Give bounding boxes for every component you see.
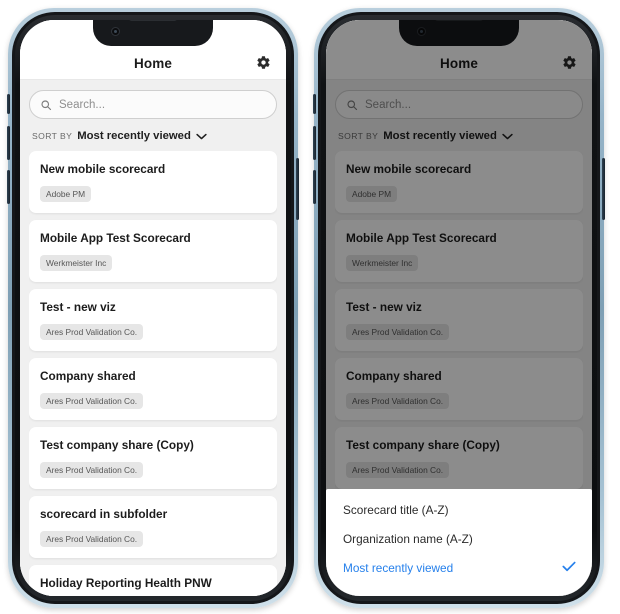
scorecard-list-left: New mobile scorecard Adobe PM Mobile App… — [29, 151, 277, 596]
card-title: Test company share (Copy) — [40, 438, 194, 452]
power-button[interactable] — [296, 158, 299, 220]
settings-button[interactable] — [250, 49, 276, 75]
search-section — [29, 90, 277, 119]
search-icon — [40, 99, 52, 111]
sort-by-label: SORT BY — [32, 130, 73, 141]
card-org-tag: Ares Prod Validation Co. — [40, 324, 144, 340]
phone-left: Home Search... SORT BY Most recently vie… — [7, 8, 299, 608]
list-item[interactable]: Company shared Ares Prod Validation Co. — [29, 358, 277, 420]
phone-right: Home Search... SORT BY Most recently vie… — [313, 8, 605, 608]
search-input[interactable] — [59, 98, 266, 111]
app-root-left: Home Search... SORT BY Most recently vie… — [20, 20, 286, 596]
home-content: SORT BY Most recently viewed New mobile … — [20, 80, 286, 596]
volume-down-button[interactable] — [313, 170, 316, 204]
card-org-tag: Ares Prod Validation Co. — [40, 393, 144, 409]
card-title: Company shared — [40, 369, 136, 383]
earpiece-speaker — [129, 20, 177, 21]
card-title: scorecard in subfolder — [40, 507, 168, 521]
card-title: Holiday Reporting Health PNW — [40, 576, 212, 590]
silent-switch[interactable] — [313, 94, 316, 114]
chevron-down-icon — [196, 127, 207, 145]
card-org-tag: Ares Prod Validation Co. — [40, 531, 144, 547]
list-item[interactable]: Mobile App Test Scorecard Werkmeister In… — [29, 220, 277, 282]
page-title: Home — [134, 56, 172, 71]
phone-screen-left: Home Search... SORT BY Most recently vie… — [20, 20, 286, 596]
card-org-tag: Ares Prod Validation Co. — [40, 462, 144, 478]
silent-switch[interactable] — [7, 94, 10, 114]
sort-option-label: Most recently viewed — [343, 560, 454, 575]
sort-option-organization-name[interactable]: Organization name (A-Z) — [326, 524, 592, 553]
search-bar[interactable] — [29, 90, 277, 119]
screenshot-stage: Home Search... SORT BY Most recently vie… — [0, 0, 620, 614]
list-item[interactable]: Holiday Reporting Health PNW — [29, 565, 277, 596]
front-camera-icon — [111, 27, 120, 36]
sort-by-action-sheet: Scorecard title (A-Z) Organization name … — [326, 489, 592, 596]
list-item[interactable]: scorecard in subfolder Ares Prod Validat… — [29, 496, 277, 558]
card-title: Mobile App Test Scorecard — [40, 231, 191, 245]
sort-by-control[interactable]: SORT BY Most recently viewed — [29, 119, 209, 151]
phone-screen-right: Home Search... SORT BY Most recently vie… — [326, 20, 592, 596]
list-item[interactable]: New mobile scorecard Adobe PM — [29, 151, 277, 213]
list-item[interactable]: Test company share (Copy) Ares Prod Vali… — [29, 427, 277, 489]
volume-up-button[interactable] — [7, 126, 10, 160]
card-title: Test - new viz — [40, 300, 116, 314]
volume-down-button[interactable] — [7, 170, 10, 204]
sort-option-label: Organization name (A-Z) — [343, 531, 473, 546]
check-icon — [562, 561, 576, 575]
volume-up-button[interactable] — [313, 126, 316, 160]
power-button[interactable] — [602, 158, 605, 220]
gear-icon — [256, 55, 271, 70]
card-org-tag: Adobe PM — [40, 186, 92, 202]
sort-option-most-recently-viewed[interactable]: Most recently viewed — [326, 553, 592, 582]
card-org-tag: Werkmeister Inc — [40, 255, 113, 271]
list-item[interactable]: Test - new viz Ares Prod Validation Co. — [29, 289, 277, 351]
sort-by-value: Most recently viewed — [77, 129, 191, 142]
card-title: New mobile scorecard — [40, 162, 166, 176]
notch — [93, 20, 213, 46]
sort-option-scorecard-title[interactable]: Scorecard title (A-Z) — [326, 495, 592, 524]
sort-option-label: Scorecard title (A-Z) — [343, 502, 449, 517]
